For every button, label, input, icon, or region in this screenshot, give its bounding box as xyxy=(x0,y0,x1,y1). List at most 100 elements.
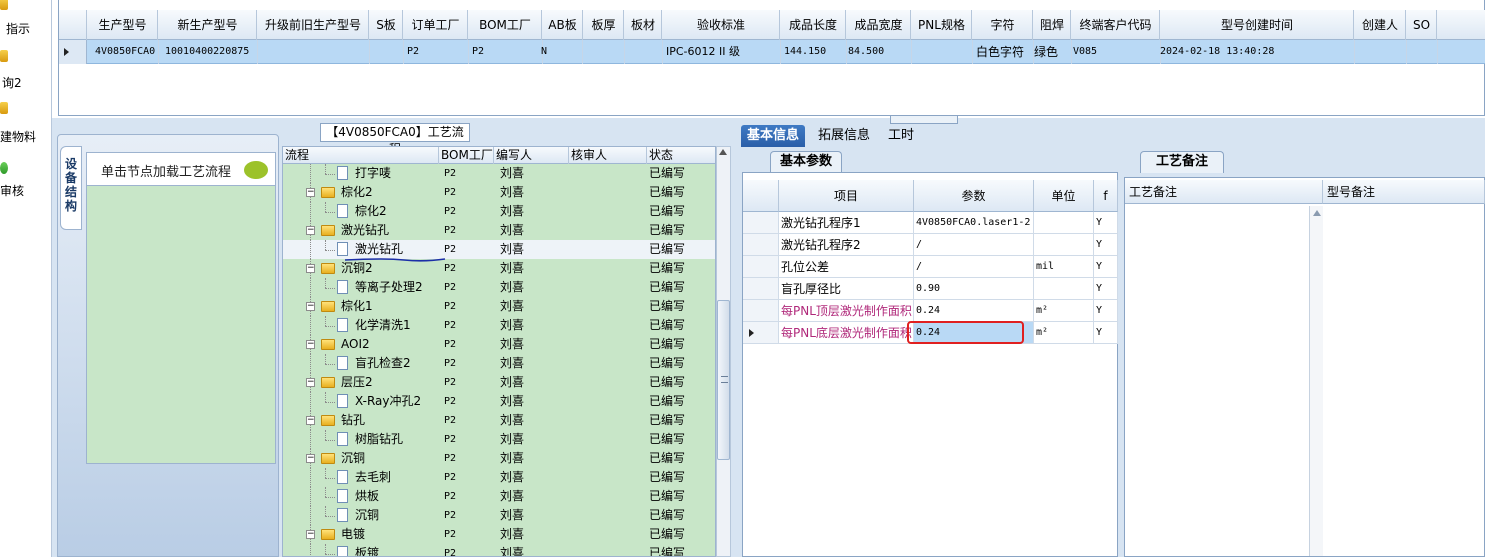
tab-extended-info[interactable]: 拓展信息 xyxy=(812,125,876,147)
col-header[interactable]: AB板 xyxy=(543,10,583,40)
table-row[interactable]: 等离子处理2 P2 刘喜 已编写 xyxy=(283,278,715,297)
collapse-icon[interactable]: − xyxy=(306,416,315,425)
collapse-icon[interactable]: − xyxy=(306,226,315,235)
param-row[interactable]: 盲孔厚径比 0.90 Y xyxy=(743,278,1119,300)
param-row[interactable]: 孔位公差 / mil Y xyxy=(743,256,1119,278)
table-row[interactable]: − 棕化2 P2 刘喜 已编写 xyxy=(283,183,715,202)
scroll-up-icon[interactable] xyxy=(719,149,727,155)
col-header[interactable]: 生产型号 xyxy=(88,10,158,40)
param-row[interactable]: 每PNL顶层激光制作面积 0.24 m² Y xyxy=(743,300,1119,322)
table-row[interactable]: − 激光钻孔 P2 刘喜 已编写 xyxy=(283,221,715,240)
table-row[interactable]: − 棕化1 P2 刘喜 已编写 xyxy=(283,297,715,316)
col-header[interactable]: f xyxy=(1094,180,1118,212)
cell: 绿色 xyxy=(1031,40,1072,64)
structure-tree[interactable] xyxy=(86,152,276,464)
table-row[interactable]: − 沉铜 P2 刘喜 已编写 xyxy=(283,449,715,468)
collapse-icon[interactable]: − xyxy=(306,530,315,539)
row-selector[interactable] xyxy=(59,40,87,64)
collapse-icon[interactable]: − xyxy=(306,378,315,387)
collapse-icon[interactable]: − xyxy=(306,188,315,197)
table-row[interactable]: 树脂钻孔 P2 刘喜 已编写 xyxy=(283,430,715,449)
col-header[interactable]: 项目 xyxy=(779,180,914,212)
table-row[interactable]: 4V0850FCA0 10010400220875 P2 P2 N IPC-60… xyxy=(59,40,1485,64)
col-header[interactable]: 板厚 xyxy=(584,10,624,40)
param-value[interactable]: 4V0850FCA0.laser1-2 xyxy=(914,212,1034,234)
row-selector[interactable] xyxy=(743,300,779,322)
scrollbar-thumb[interactable] xyxy=(717,300,730,460)
table-row[interactable]: 沉铜 P2 刘喜 已编写 xyxy=(283,506,715,525)
tab-basic-info[interactable]: 基本信息 xyxy=(741,125,806,147)
col-header[interactable]: 验收标准 xyxy=(663,10,780,40)
col-header[interactable]: 阻焊 xyxy=(1034,10,1071,40)
table-row[interactable]: 打字唛 P2 刘喜 已编写 xyxy=(283,164,715,183)
table-row[interactable]: − 钻孔 P2 刘喜 已编写 xyxy=(283,411,715,430)
nav-item-query[interactable]: 询2 xyxy=(0,46,52,90)
collapse-icon[interactable]: − xyxy=(306,264,315,273)
table-row[interactable]: − 电镀 P2 刘喜 已编写 xyxy=(283,525,715,544)
col-header[interactable]: 参数 xyxy=(914,180,1034,212)
nav-item-review[interactable]: 审核 xyxy=(0,160,52,200)
param-row[interactable]: 激光钻孔程序1 4V0850FCA0.laser1-2 Y xyxy=(743,212,1119,234)
splitter-handle[interactable] xyxy=(890,116,958,124)
col-header[interactable]: 型号备注 xyxy=(1323,180,1485,204)
collapse-icon[interactable]: − xyxy=(306,302,315,311)
param-value[interactable]: / xyxy=(914,256,1034,278)
status: 已编写 xyxy=(649,242,686,256)
speech-bubble-icon xyxy=(244,161,268,179)
row-selector[interactable] xyxy=(743,234,779,256)
tree-guide xyxy=(310,164,311,183)
row-selector[interactable] xyxy=(743,322,779,344)
col-header[interactable]: 新生产型号 xyxy=(159,10,257,40)
param-value[interactable]: 0.90 xyxy=(914,278,1034,300)
row-selector[interactable] xyxy=(743,256,779,278)
col-header[interactable]: BOM工厂 xyxy=(469,10,542,40)
table-row[interactable]: − AOI2 P2 刘喜 已编写 xyxy=(283,335,715,354)
col-header[interactable]: PNL规格 xyxy=(912,10,972,40)
param-value[interactable]: 0.24 xyxy=(914,300,1034,322)
row-selector[interactable] xyxy=(743,212,779,234)
col-header[interactable]: 型号创建时间 xyxy=(1161,10,1354,40)
tab-process-remarks[interactable]: 工艺备注 xyxy=(1140,151,1224,173)
col-header[interactable]: 成品长度 xyxy=(781,10,846,40)
table-row[interactable]: 烘板 P2 刘喜 已编写 xyxy=(283,487,715,506)
table-row[interactable]: 化学清洗1 P2 刘喜 已编写 xyxy=(283,316,715,335)
col-header[interactable]: SO xyxy=(1407,10,1437,40)
table-row[interactable]: 棕化2 P2 刘喜 已编写 xyxy=(283,202,715,221)
col-header[interactable]: 单位 xyxy=(1034,180,1094,212)
col-header[interactable]: 成品宽度 xyxy=(847,10,911,40)
remarks-scrollbar[interactable] xyxy=(1309,206,1323,556)
table-row[interactable]: 板镀 P2 刘喜 已编写 xyxy=(283,544,715,556)
col-header[interactable]: 升级前旧生产型号 xyxy=(258,10,369,40)
remarks-grid[interactable]: 工艺备注 型号备注 xyxy=(1124,177,1485,557)
nav-item-instruction[interactable]: 指示 xyxy=(0,0,52,40)
collapse-icon[interactable]: − xyxy=(306,340,315,349)
scroll-up-icon[interactable] xyxy=(1313,210,1321,216)
col-header[interactable]: 核审人 xyxy=(569,147,647,164)
col-header[interactable]: 创建人 xyxy=(1355,10,1406,40)
table-row[interactable]: 盲孔检查2 P2 刘喜 已编写 xyxy=(283,354,715,373)
cell: 144.150 xyxy=(781,40,847,64)
col-header[interactable]: 编写人 xyxy=(494,147,569,164)
table-row[interactable]: X-Ray冲孔2 P2 刘喜 已编写 xyxy=(283,392,715,411)
param-value[interactable]: / xyxy=(914,234,1034,256)
param-row[interactable]: 激光钻孔程序2/ Y xyxy=(743,234,1119,256)
process-tree-grid[interactable]: 流程 BOM工厂 编写人 核审人 状态 打字唛 P2 刘喜 已编写 − 棕化2 P2 刘喜 已编… xyxy=(282,146,716,557)
col-header[interactable]: 订单工厂 xyxy=(404,10,468,40)
col-header[interactable]: 状态 xyxy=(647,147,715,164)
tab-work-hours[interactable]: 工时 xyxy=(882,125,920,147)
nav-item-material[interactable]: 建物料 xyxy=(0,100,52,144)
col-header[interactable]: 工艺备注 xyxy=(1125,180,1323,204)
param-item: 每PNL底层激光制作面积 xyxy=(779,322,914,344)
table-row[interactable]: − 层压2 P2 刘喜 已编写 xyxy=(283,373,715,392)
col-header[interactable]: 字符 xyxy=(973,10,1033,40)
row-selector[interactable] xyxy=(743,278,779,300)
col-header[interactable]: 流程 xyxy=(283,147,439,164)
col-header[interactable]: 板材 xyxy=(625,10,662,40)
col-header[interactable]: BOM工厂 xyxy=(439,147,494,164)
tab-basic-params[interactable]: 基本参数 xyxy=(770,151,842,173)
table-row[interactable]: 去毛刺 P2 刘喜 已编写 xyxy=(283,468,715,487)
collapse-icon[interactable]: − xyxy=(306,454,315,463)
tab-device-structure[interactable]: 设备结构 xyxy=(60,146,82,230)
col-header[interactable]: 终端客户代码 xyxy=(1072,10,1160,40)
col-header[interactable]: S板 xyxy=(370,10,403,40)
